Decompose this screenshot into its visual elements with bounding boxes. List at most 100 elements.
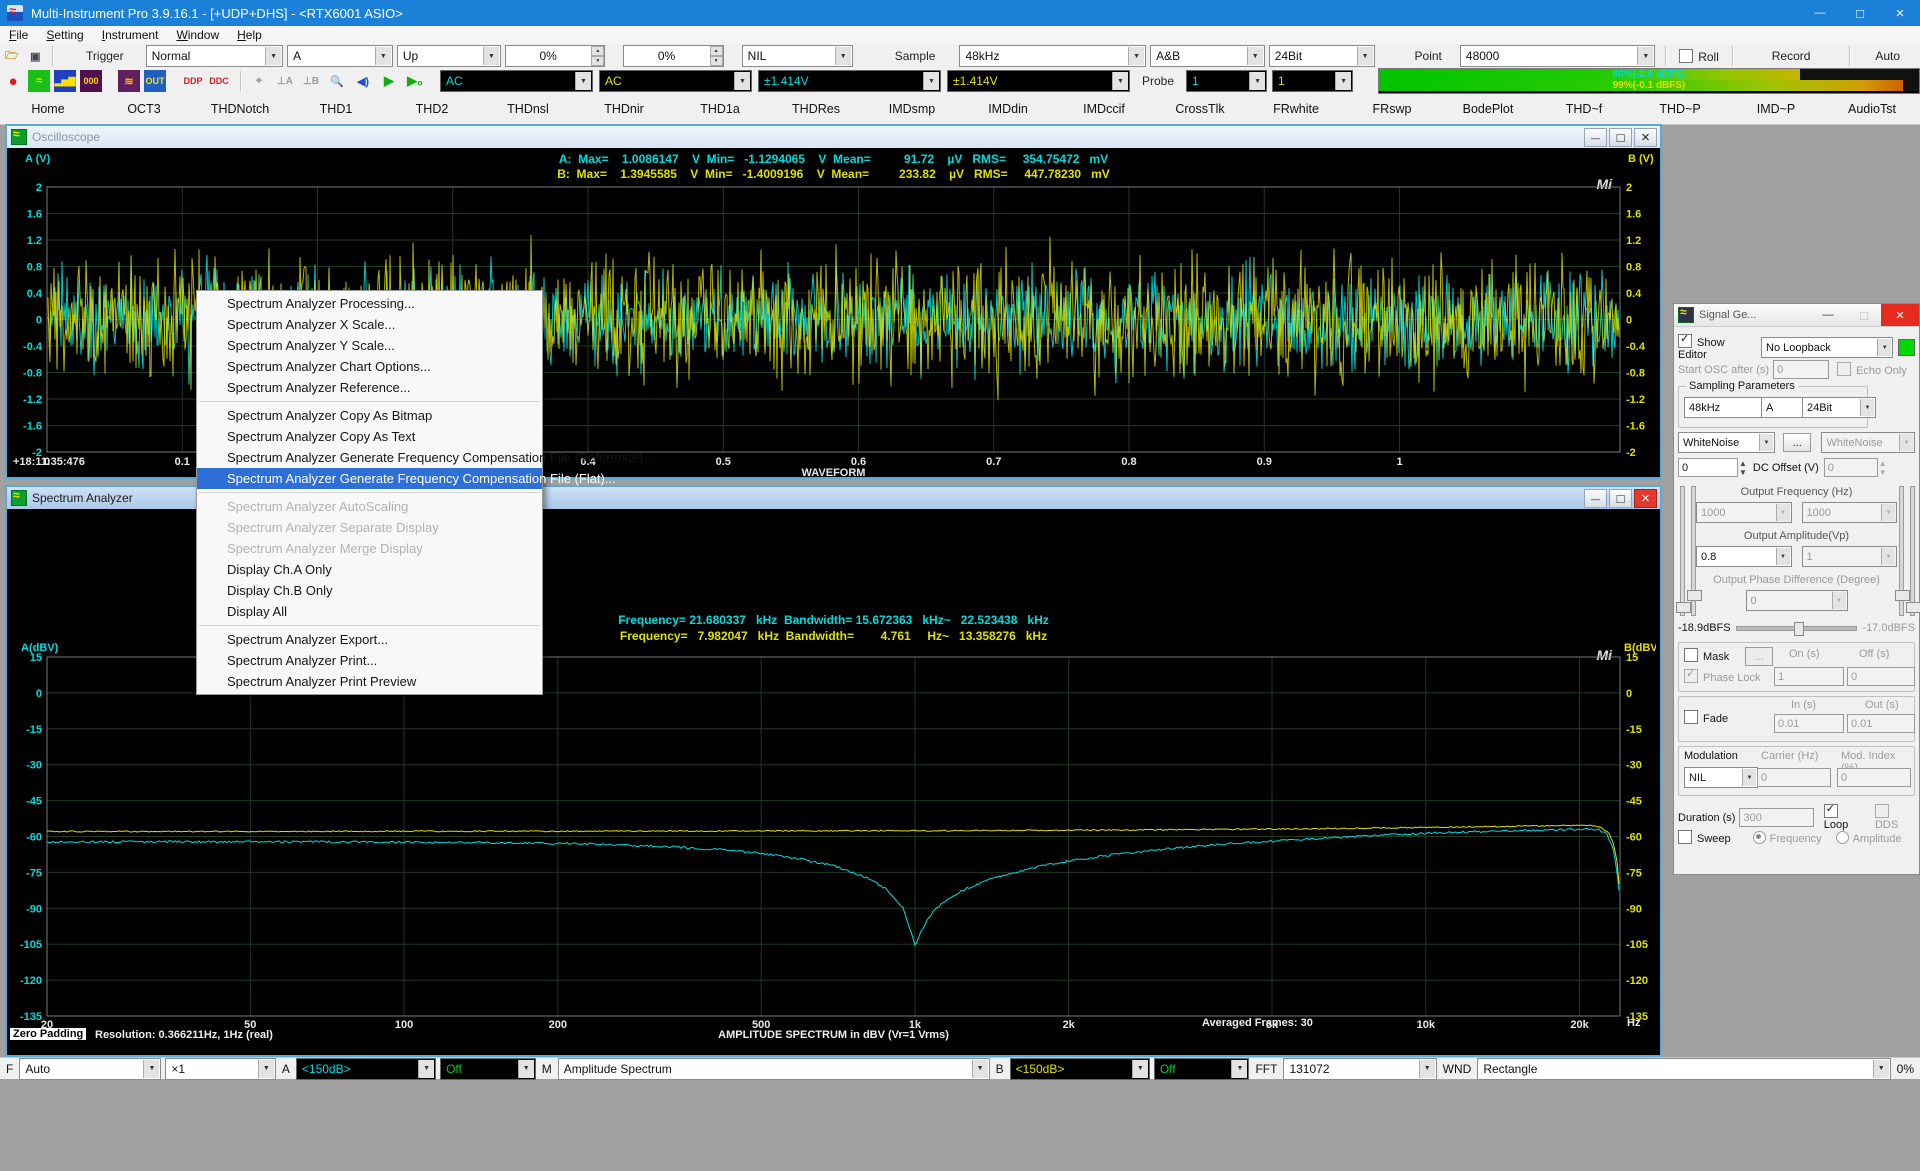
menu-help[interactable]: Help (228, 26, 271, 44)
tab-imd~p[interactable]: IMD~P (1728, 98, 1824, 120)
menu-item-spectrum-analyzer-chart-options[interactable]: Spectrum Analyzer Chart Options... (197, 356, 542, 377)
menu-window[interactable]: Window (167, 26, 228, 44)
wave-a-combo[interactable]: WhiteNoise (1678, 432, 1775, 453)
freq-a-combo[interactable]: 1000 (1696, 502, 1792, 523)
auto-button[interactable]: Auto (1855, 49, 1920, 63)
oscilloscope-titlebar[interactable]: Oscilloscope (7, 126, 1660, 148)
dc-a-field[interactable]: 0 (1678, 458, 1738, 477)
wave-more-button[interactable]: ... (1783, 433, 1811, 452)
roll-checkbox[interactable]: Roll (1671, 49, 1727, 64)
start-osc-field[interactable]: 0 (1773, 360, 1829, 379)
trigger-delay-spinner[interactable]: 0%▲▼ (623, 45, 723, 67)
multimeter-icon[interactable]: 000 (80, 70, 102, 92)
output-indicator[interactable] (1898, 339, 1915, 356)
amp-b-combo[interactable]: 1 (1802, 546, 1898, 567)
marker-b-icon[interactable]: ⊥B (300, 70, 322, 92)
trigger-hpf-combo[interactable]: NIL (742, 45, 853, 67)
sample-rate-combo[interactable]: 48kHz (959, 45, 1146, 67)
amp-a-combo[interactable]: 0.8 (1696, 546, 1792, 567)
probe-cal-icon[interactable]: 🔍 (326, 70, 348, 92)
sg-bits-combo[interactable]: 24Bit (1802, 397, 1876, 418)
tab-frswp[interactable]: FRswp (1344, 98, 1440, 120)
window-maximize-icon[interactable] (1840, 0, 1880, 26)
dds-checkbox[interactable]: DDS (1875, 804, 1915, 831)
channels-combo[interactable]: A&B (1150, 45, 1265, 67)
tab-imdsmp[interactable]: IMDsmp (864, 98, 960, 120)
carrier-field[interactable]: 0 (1757, 768, 1831, 787)
tab-bodeplot[interactable]: BodePlot (1440, 98, 1536, 120)
menu-item-spectrum-analyzer-copy-as-text[interactable]: Spectrum Analyzer Copy As Text (197, 426, 542, 447)
run-loop-icon[interactable]: ▶₀ (404, 70, 426, 92)
sound-device-icon[interactable]: ◀) (352, 70, 374, 92)
wave-b-combo[interactable]: WhiteNoise (1821, 432, 1915, 453)
record-button[interactable]: Record (1738, 49, 1845, 63)
menu-item-spectrum-analyzer-reference[interactable]: Spectrum Analyzer Reference... (197, 377, 542, 398)
tab-oct3[interactable]: OCT3 (96, 98, 192, 120)
probe-a-combo[interactable]: 1 (1186, 70, 1267, 92)
menu-item-spectrum-analyzer-copy-as-bitmap[interactable]: Spectrum Analyzer Copy As Bitmap (197, 405, 542, 426)
ddc-editor-icon[interactable]: DDC (208, 70, 230, 92)
window-close-icon[interactable] (1880, 0, 1920, 26)
save-icon[interactable]: ▣ (26, 45, 46, 67)
spectrum-maximize-icon[interactable] (1609, 489, 1632, 508)
run-icon[interactable]: ▶ (378, 70, 400, 92)
mask-checkbox[interactable]: Mask (1684, 648, 1729, 663)
fade-in-field[interactable]: 0.01 (1774, 714, 1844, 733)
marker-a-icon[interactable]: ⊥A (274, 70, 296, 92)
dc-a-spinner[interactable]: ▲▼ (1739, 459, 1747, 477)
trigger-mode-combo[interactable]: Normal (146, 45, 283, 67)
scope-close-icon[interactable] (1634, 128, 1657, 147)
menu-item-display-ch-a-only[interactable]: Display Ch.A Only (197, 559, 542, 580)
loop-checkbox[interactable]: Loop (1824, 804, 1865, 831)
tab-thd2[interactable]: THD2 (384, 98, 480, 120)
a-persistence-combo[interactable]: Off (440, 1058, 536, 1080)
amp-b-slider-inner[interactable] (1899, 486, 1904, 616)
phase-combo[interactable]: 0 (1746, 590, 1848, 611)
siggen-minimize-icon[interactable] (1813, 304, 1843, 326)
freq-b-combo[interactable]: 1000 (1802, 502, 1898, 523)
signal-generator-icon[interactable]: OUT (144, 70, 166, 92)
clamp-icon[interactable]: ⌖ (248, 70, 270, 92)
spectrum-3d-icon[interactable]: ≋ (118, 70, 140, 92)
ddp-viewer-icon[interactable]: DDP (182, 70, 204, 92)
show-editor-checkbox[interactable]: Show Editor (1678, 334, 1755, 361)
a-range-combo[interactable]: <150dB> (296, 1058, 436, 1080)
range-b-combo[interactable]: ±1.414V (947, 70, 1130, 92)
probe-b-combo[interactable]: 1 (1272, 70, 1353, 92)
fade-out-field[interactable]: 0.01 (1847, 714, 1915, 733)
menu-instrument[interactable]: Instrument (93, 26, 168, 44)
dc-b-field[interactable]: 0 (1824, 458, 1878, 477)
zoom-factor-combo[interactable]: ×1 (165, 1058, 275, 1080)
menu-item-display-all[interactable]: Display All (197, 601, 542, 622)
tab-crosstlk[interactable]: CrossTlk (1152, 98, 1248, 120)
menu-item-display-ch-b-only[interactable]: Display Ch.B Only (197, 580, 542, 601)
amp-b-slider-outer[interactable] (1910, 486, 1915, 616)
menu-item-spectrum-analyzer-generate-frequency-compensation-file-flat[interactable]: Spectrum Analyzer Generate Frequency Com… (197, 468, 542, 489)
scope-minimize-icon[interactable] (1584, 128, 1607, 147)
echo-only-checkbox[interactable]: Echo Only (1837, 362, 1907, 377)
spectrum-analyzer-icon[interactable]: ▂▅▇ (54, 70, 76, 92)
scope-maximize-icon[interactable] (1609, 128, 1632, 147)
mod-index-field[interactable]: 0 (1837, 768, 1911, 787)
mask-on-field[interactable]: 1 (1774, 667, 1844, 686)
tab-imdccif[interactable]: IMDccif (1056, 98, 1152, 120)
loopback-combo[interactable]: No Loopback (1761, 337, 1893, 358)
b-persistence-combo[interactable]: Off (1154, 1058, 1250, 1080)
menu-item-spectrum-analyzer-generate-frequency-compensation-file-reference[interactable]: Spectrum Analyzer Generate Frequency Com… (197, 447, 542, 468)
menu-item-spectrum-analyzer-x-scale[interactable]: Spectrum Analyzer X Scale... (197, 314, 542, 335)
tab-thd~p[interactable]: THD~P (1632, 98, 1728, 120)
trigger-edge-combo[interactable]: Up (397, 45, 501, 67)
menu-item-spectrum-analyzer-processing[interactable]: Spectrum Analyzer Processing... (197, 293, 542, 314)
bit-depth-combo[interactable]: 24Bit (1269, 45, 1375, 67)
tab-thd~f[interactable]: THD~f (1536, 98, 1632, 120)
record-icon[interactable]: ● (2, 70, 24, 92)
mask-off-field[interactable]: 0 (1847, 667, 1915, 686)
tab-imddin[interactable]: IMDdin (960, 98, 1056, 120)
tab-frwhite[interactable]: FRwhite (1248, 98, 1344, 120)
tab-thdnsl[interactable]: THDnsl (480, 98, 576, 120)
tab-thd1[interactable]: THD1 (288, 98, 384, 120)
phase-lock-checkbox[interactable]: Phase Lock (1684, 669, 1760, 684)
range-a-combo[interactable]: ±1.414V (758, 70, 941, 92)
sweep-frequency-radio[interactable]: Frequency (1753, 831, 1822, 845)
spectrum-minimize-icon[interactable] (1584, 489, 1607, 508)
